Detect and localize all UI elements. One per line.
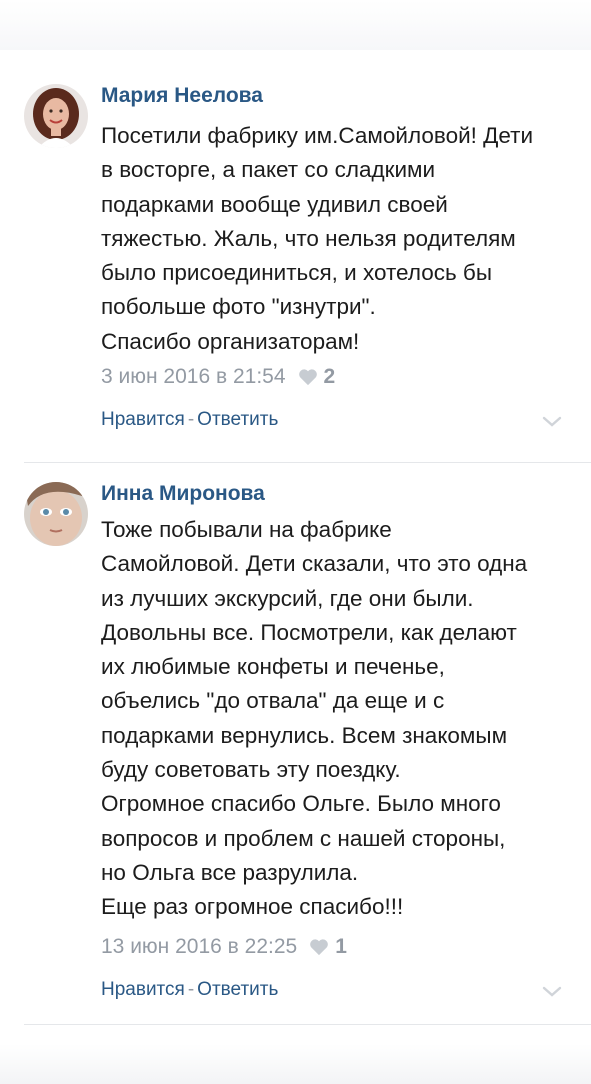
comment-date[interactable]: 3 июн 2016 в 21:54	[101, 365, 286, 389]
top-shade	[0, 0, 591, 50]
action-separator: -	[187, 979, 195, 1000]
comment-actions: Нравится - Ответить	[101, 409, 278, 431]
reply-button[interactable]: Ответить	[197, 409, 278, 430]
bottom-shade	[0, 1044, 591, 1084]
action-separator: -	[187, 409, 195, 430]
like-count: 2	[323, 365, 336, 388]
comment-author[interactable]: Мария Неелова	[101, 84, 263, 108]
comment-meta: 13 июн 2016 в 22:25 1	[101, 935, 347, 959]
comment-actions: Нравится - Ответить	[101, 979, 278, 1001]
comment-meta: 3 июн 2016 в 21:54 2	[101, 365, 335, 389]
reply-button[interactable]: Ответить	[197, 979, 278, 1000]
chevron-down-icon[interactable]	[540, 414, 564, 435]
heart-icon[interactable]	[309, 938, 329, 956]
like-count: 1	[335, 935, 347, 958]
comment-text: Тоже побывали на фабрике Самойловой. Дет…	[101, 517, 528, 920]
chevron-down-icon[interactable]	[540, 984, 564, 1005]
comment-date[interactable]: 13 июн 2016 в 22:25	[101, 935, 297, 959]
comment-divider	[24, 1024, 591, 1025]
like-button[interactable]: Нравится	[101, 979, 185, 1000]
avatar[interactable]	[24, 482, 88, 546]
comment-author[interactable]: Инна Миронова	[101, 482, 265, 506]
comment-text: Посетили фабрику им.Самойловой! Дети в в…	[101, 123, 534, 354]
heart-icon[interactable]	[298, 368, 318, 386]
comment-divider	[24, 462, 591, 463]
like-button[interactable]: Нравится	[101, 409, 185, 430]
avatar[interactable]	[24, 84, 88, 148]
